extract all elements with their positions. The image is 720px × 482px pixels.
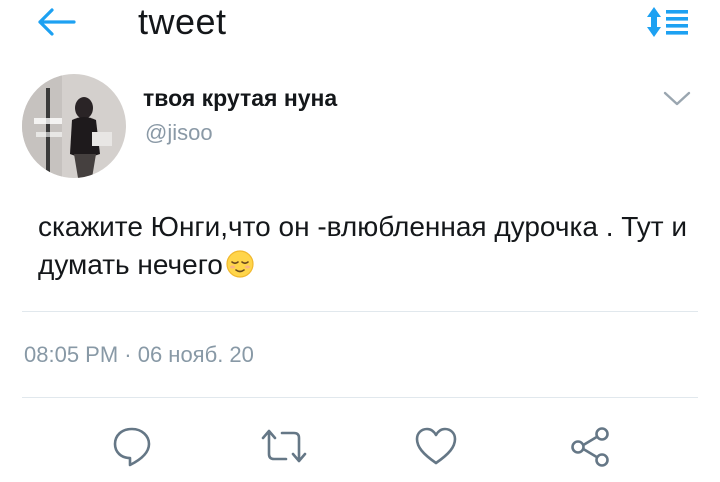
author-name: твоя крутая нуна [143, 85, 338, 111]
reply-icon [113, 427, 151, 467]
tweet-text: скажите Юнги,что он -влюбленная дурочка … [38, 208, 698, 289]
heart-icon [415, 427, 457, 465]
like-button[interactable] [408, 418, 464, 474]
tweet-body: скажите Юнги,что он -влюбленная дурочка … [38, 211, 688, 280]
profile-photo [22, 74, 126, 178]
sort-list-icon [647, 7, 688, 37]
chevron-down-icon [663, 91, 691, 106]
avatar[interactable] [22, 74, 126, 178]
tweet-timestamp: 08:05 PM · 06 нояб. 20 [24, 342, 254, 367]
divider [22, 311, 698, 312]
retweet-button[interactable] [256, 418, 312, 474]
tweet-options-button[interactable] [660, 84, 694, 112]
sort-menu-button[interactable] [644, 4, 692, 40]
share-icon [571, 427, 609, 467]
arrow-left-icon [38, 8, 76, 36]
top-bar: tweet [0, 0, 720, 48]
author-handle: @jisoo [145, 120, 213, 145]
retweet-icon [261, 429, 307, 463]
back-button[interactable] [34, 4, 78, 40]
reply-button[interactable] [104, 418, 160, 474]
relieved-face-emoji [225, 249, 255, 289]
page-title: tweet [138, 1, 227, 42]
divider [22, 397, 698, 398]
share-button[interactable] [562, 418, 618, 474]
